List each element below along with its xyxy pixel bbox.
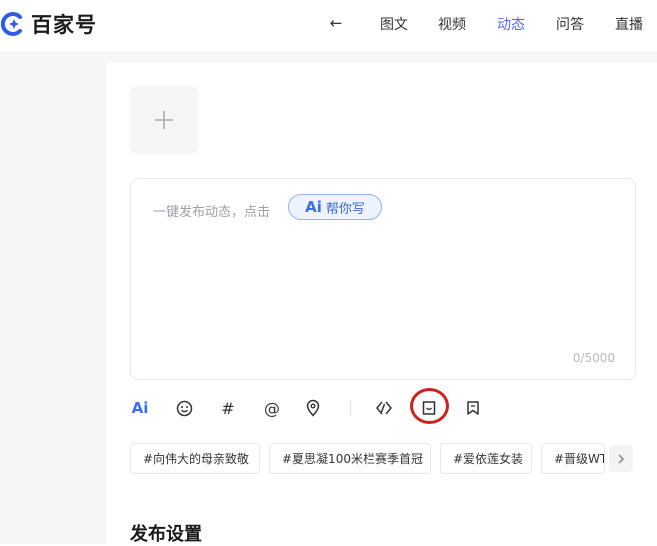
brand-name: 百家号: [31, 13, 97, 37]
post-editor[interactable]: 一键发布动态，点击 Ai 帮你写 0/5000: [130, 178, 636, 380]
toolbar-divider: [350, 401, 351, 415]
plus-icon: [155, 111, 173, 129]
ai-write-button[interactable]: Ai 帮你写: [288, 194, 382, 220]
bookmark-button[interactable]: [463, 398, 483, 418]
tab-video[interactable]: 视频: [438, 14, 466, 34]
topic-chip[interactable]: #向伟大的母亲致敬: [130, 443, 260, 474]
link-icon: [376, 401, 392, 415]
chevron-right-icon: [618, 453, 625, 464]
baijiahao-logo-icon: [0, 11, 26, 37]
back-arrow-icon[interactable]: ←: [328, 13, 344, 33]
topic-chip[interactable]: #爱依莲女装: [440, 443, 532, 474]
top-header: 百家号 ← 图文 视频 动态 问答 直播: [0, 0, 657, 52]
brand-logo[interactable]: 百家号: [0, 9, 97, 39]
tab-live[interactable]: 直播: [615, 14, 643, 34]
content-top-gap: [106, 53, 657, 63]
location-pin-icon: [306, 399, 320, 417]
tab-dynamic[interactable]: 动态: [497, 14, 525, 34]
left-sidebar: [0, 53, 106, 544]
tab-article[interactable]: 图文: [380, 14, 408, 34]
emoji-button[interactable]: [174, 398, 194, 418]
ai-write-label: 帮你写: [325, 201, 365, 217]
ai-tool-button[interactable]: Ai: [130, 398, 150, 418]
link-button[interactable]: [374, 398, 394, 418]
image-upload-button[interactable]: [130, 86, 198, 154]
tab-qa[interactable]: 问答: [556, 14, 584, 34]
topic-button[interactable]: #: [218, 398, 238, 418]
highlight-circle: [410, 388, 449, 424]
publish-settings-title: 发布设置: [130, 524, 202, 545]
smile-icon: [176, 400, 192, 416]
topic-chip[interactable]: #夏思凝100米栏赛季首冠: [269, 443, 431, 474]
location-button[interactable]: [303, 398, 323, 418]
ai-icon: Ai: [305, 198, 322, 216]
char-counter: 0/5000: [572, 351, 615, 365]
bookmark-icon: [467, 401, 479, 415]
topics-next-button[interactable]: [609, 445, 633, 472]
mention-button[interactable]: @: [262, 398, 282, 418]
topic-chip[interactable]: #晋级WT: [541, 443, 605, 474]
editor-placeholder: 一键发布动态，点击: [153, 205, 271, 220]
